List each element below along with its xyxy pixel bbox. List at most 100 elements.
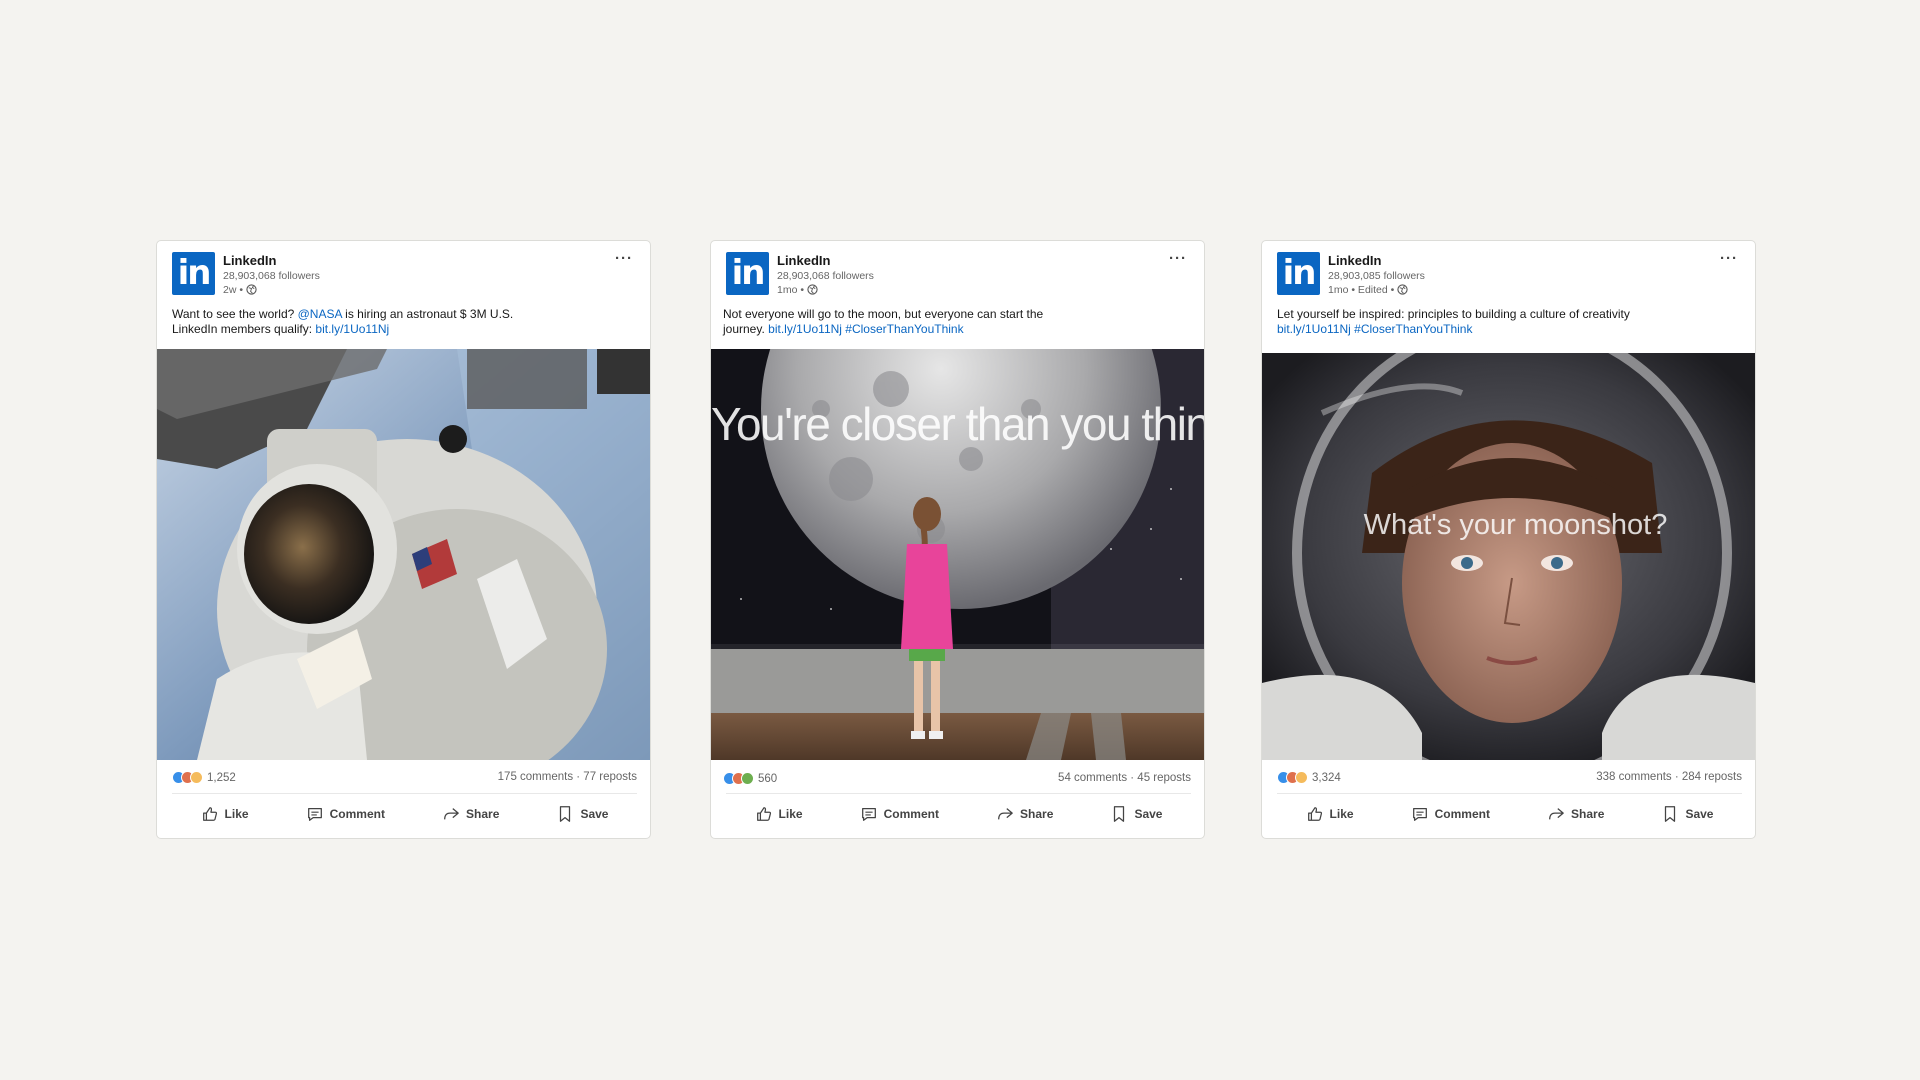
more-icon[interactable]: ··· (1720, 250, 1738, 267)
action-bar: Like Comment Share Save (1277, 802, 1742, 826)
post-image[interactable] (157, 349, 650, 760)
company-name[interactable]: LinkedIn (1328, 253, 1425, 269)
divider (726, 793, 1191, 794)
reaction-count: 1,252 (207, 771, 236, 784)
caption-text: Let yourself be inspired: principles to … (1277, 307, 1630, 321)
comment-label: Comment (1434, 807, 1490, 821)
save-icon (1114, 806, 1125, 822)
post-stats: 560 54 comments · 45 reposts (723, 772, 1191, 788)
reaction-count: 3,324 (1312, 771, 1341, 784)
globe-icon (246, 284, 257, 295)
post-time: 1mo • Edited • (1328, 283, 1425, 297)
post-time-text: 1mo • (777, 284, 805, 296)
post-header: in LinkedIn 28,903,068 followers 1mo • ·… (726, 250, 1191, 300)
share-icon (1549, 808, 1564, 820)
caption-text: is hiring an astronaut $ 3M U.S. (341, 307, 514, 321)
insightful-reaction-icon (1295, 771, 1308, 784)
celebrate-reaction-icon (741, 772, 754, 785)
hashtag-link[interactable]: #CloserThanYouThink (1354, 322, 1472, 336)
post-link[interactable]: bit.ly/1Uo11Nj (768, 322, 842, 336)
company-name[interactable]: LinkedIn (777, 253, 874, 269)
like-label: Like (778, 807, 803, 821)
save-button[interactable]: Save (1661, 802, 1713, 826)
like-label: Like (1329, 807, 1354, 821)
save-label: Save (580, 807, 609, 821)
caption-text: Not everyone will go to the moon, but ev… (723, 307, 1044, 321)
comment-icon (307, 807, 322, 821)
post-time-text: 2w • (223, 284, 244, 296)
divider (172, 793, 637, 794)
comment-button[interactable]: Comment (306, 802, 385, 826)
share-label: Share (1020, 807, 1054, 821)
hashtag-link[interactable]: #CloserThanYouThink (845, 322, 963, 336)
post-header: in LinkedIn 28,903,085 followers 1mo • E… (1277, 250, 1742, 300)
like-button[interactable]: Like (201, 802, 249, 826)
post-link[interactable]: bit.ly/1Uo11Nj (315, 322, 389, 336)
like-icon (1307, 807, 1322, 821)
like-icon (756, 807, 771, 821)
post-link[interactable]: bit.ly/1Uo11Nj (1277, 322, 1351, 336)
caption-text: Want to see the world? (172, 307, 298, 321)
like-button[interactable]: Like (755, 802, 803, 826)
share-icon (998, 808, 1013, 820)
save-label: Save (1134, 807, 1163, 821)
like-label: Like (224, 807, 249, 821)
comment-label: Comment (883, 807, 939, 821)
post-time: 2w • (223, 283, 320, 297)
more-icon[interactable]: ··· (1169, 250, 1187, 267)
save-icon (560, 806, 571, 822)
share-button[interactable]: Share (1547, 802, 1604, 826)
company-logo[interactable]: in (172, 252, 215, 295)
post-caption: Not everyone will go to the moon, but ev… (723, 307, 1193, 337)
post-image[interactable]: You're closer than you think (711, 349, 1204, 760)
save-button[interactable]: Save (556, 802, 608, 826)
comment-repost-count[interactable]: 54 comments · 45 reposts (1058, 772, 1191, 784)
post-card: in LinkedIn 28,903,068 followers 2w • ··… (156, 240, 651, 839)
post-meta: LinkedIn 28,903,068 followers 1mo • (777, 253, 874, 297)
company-logo[interactable]: in (726, 252, 769, 295)
globe-icon (807, 284, 818, 295)
post-card: in LinkedIn 28,903,068 followers 1mo • ·… (710, 240, 1205, 839)
post-stats: 1,252 175 comments · 77 reposts (172, 771, 637, 787)
comment-repost-count[interactable]: 338 comments · 284 reposts (1596, 771, 1742, 783)
comment-label: Comment (329, 807, 385, 821)
reactions-summary[interactable]: 560 (723, 772, 777, 785)
post-time-text: 1mo • Edited • (1328, 284, 1395, 296)
post-caption: Let yourself be inspired: principles to … (1277, 307, 1747, 337)
save-button[interactable]: Save (1110, 802, 1162, 826)
post-caption: Want to see the world? @NASA is hiring a… (172, 307, 642, 337)
comment-icon (1412, 807, 1427, 821)
insightful-reaction-icon (190, 771, 203, 784)
company-name[interactable]: LinkedIn (223, 253, 320, 269)
image-overlay-text: You're closer than you think (711, 398, 1204, 450)
follower-count: 28,903,085 followers (1328, 270, 1425, 282)
like-button[interactable]: Like (1306, 802, 1354, 826)
action-bar: Like Comment Share Save (726, 802, 1191, 826)
company-logo[interactable]: in (1277, 252, 1320, 295)
comment-button[interactable]: Comment (1411, 802, 1490, 826)
divider (1277, 793, 1742, 794)
reaction-count: 560 (758, 772, 778, 785)
share-button[interactable]: Share (996, 802, 1053, 826)
reactions-summary[interactable]: 3,324 (1277, 771, 1341, 784)
globe-icon (1397, 284, 1408, 295)
comment-repost-count[interactable]: 175 comments · 77 reposts (498, 771, 637, 783)
reactions-summary[interactable]: 1,252 (172, 771, 236, 784)
action-bar: Like Comment Share Save (172, 802, 637, 826)
post-image[interactable]: What's your moonshot? (1262, 353, 1755, 760)
save-icon (1665, 806, 1676, 822)
save-label: Save (1685, 807, 1714, 821)
post-card: in LinkedIn 28,903,085 followers 1mo • E… (1261, 240, 1756, 839)
post-header: in LinkedIn 28,903,068 followers 2w • ··… (172, 250, 637, 300)
share-button[interactable]: Share (442, 802, 499, 826)
post-meta: LinkedIn 28,903,068 followers 2w • (223, 253, 320, 297)
astronaut-portrait-image (1262, 353, 1755, 760)
comment-button[interactable]: Comment (860, 802, 939, 826)
comment-icon (861, 807, 876, 821)
caption-text: journey. (723, 322, 769, 336)
mention-link[interactable]: @NASA (298, 307, 342, 321)
astronaut-image (157, 349, 650, 760)
image-overlay-text: What's your moonshot? (1363, 509, 1668, 541)
more-icon[interactable]: ··· (615, 250, 633, 267)
like-icon (202, 807, 217, 821)
